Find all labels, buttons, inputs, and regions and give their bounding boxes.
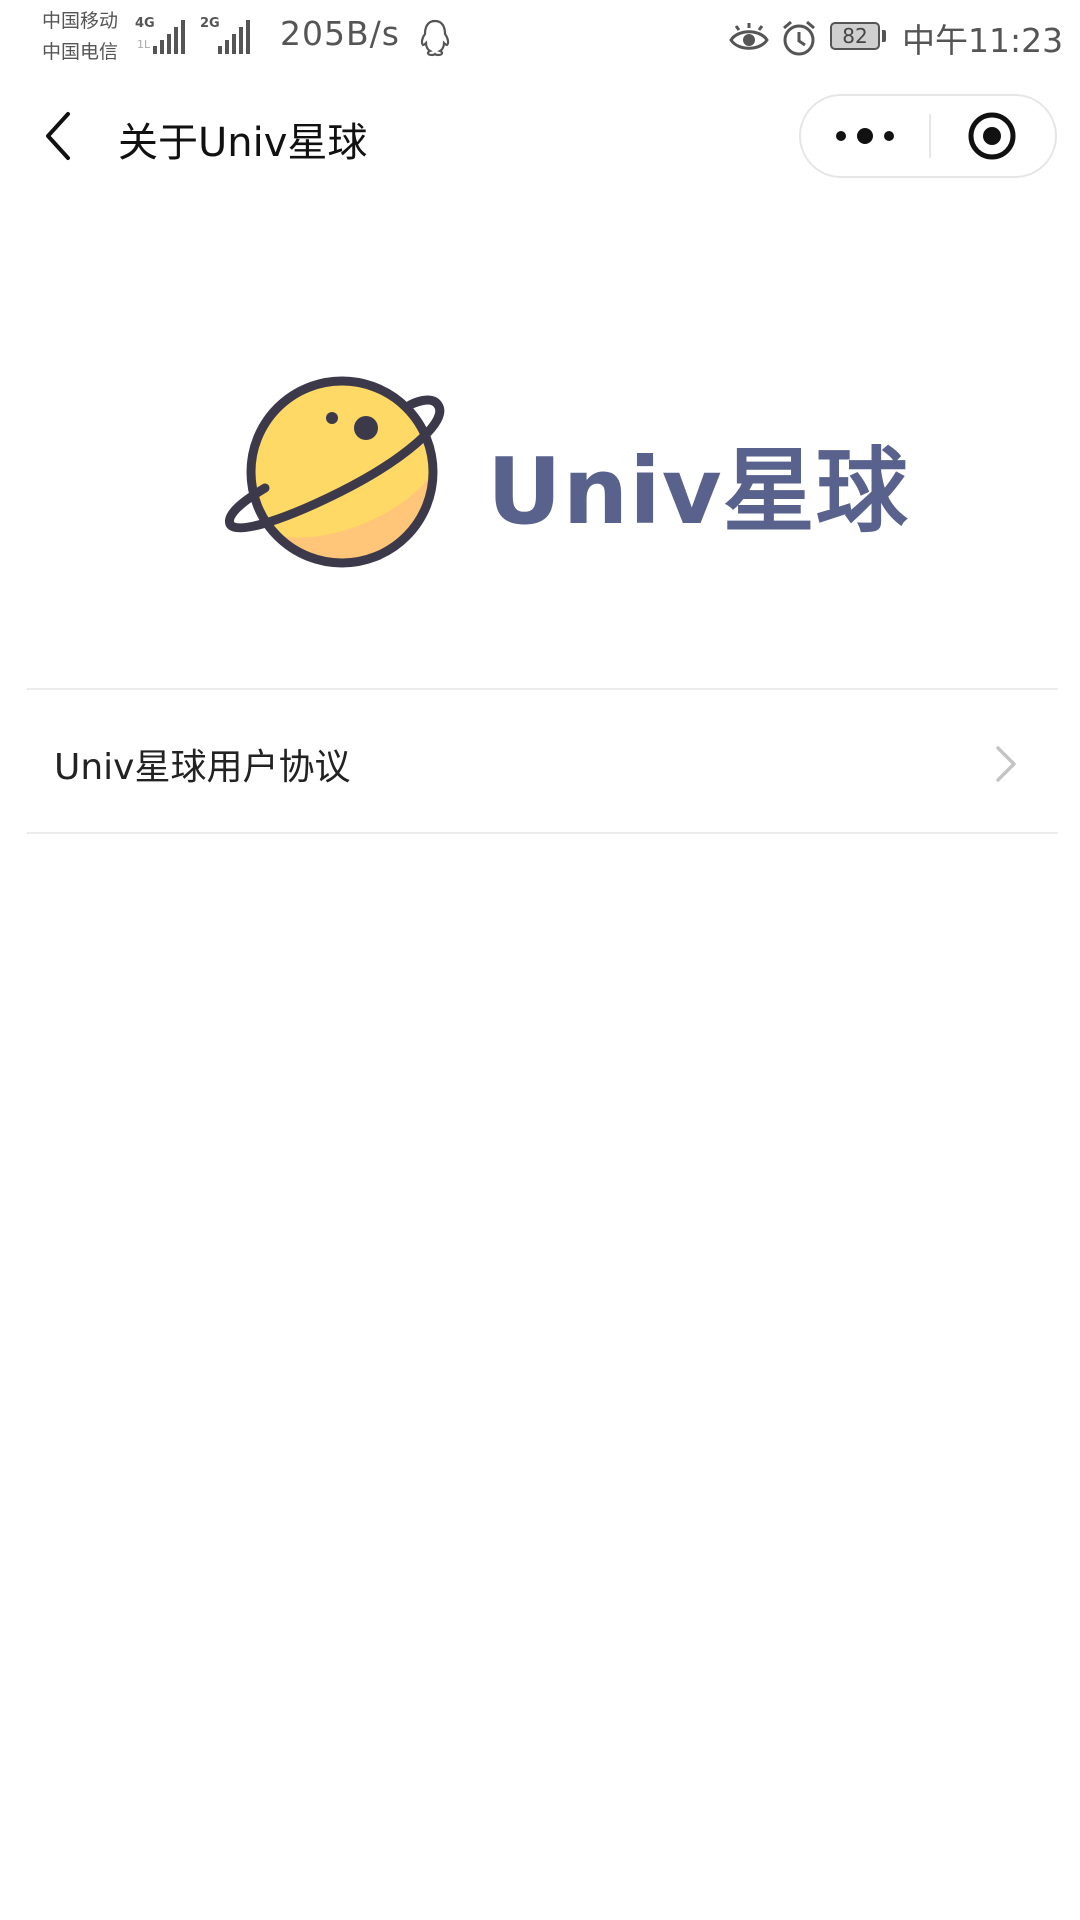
network-speed: 205B/s	[280, 14, 400, 53]
list-item-label: Univ星球用户协议	[54, 747, 351, 788]
battery-level: 82	[830, 22, 880, 50]
back-button[interactable]	[36, 106, 86, 166]
signal-bars-1-icon	[153, 20, 185, 54]
settings-list: Univ星球用户协议	[27, 688, 1058, 834]
logo-text: Univ星球	[487, 438, 909, 545]
signal-1: 4G 1L	[135, 14, 190, 54]
signal-2: 2G	[200, 14, 258, 54]
status-bar: 中国移动 中国电信 4G 1L 2G 205B/s 82 中午11:23	[0, 0, 1080, 80]
close-miniprogram-button[interactable]	[931, 96, 1055, 176]
nav-bar: 关于Univ星球	[0, 80, 1080, 196]
battery-icon: 82	[830, 22, 886, 52]
network-1-label: 4G	[135, 16, 155, 31]
network-2-label: 2G	[200, 16, 220, 31]
signal-bars-2-icon	[218, 20, 250, 54]
clock: 中午11:23	[902, 21, 1064, 60]
alarm-clock-icon	[783, 20, 815, 56]
qq-penguin-icon	[420, 19, 450, 57]
target-icon	[968, 112, 1016, 160]
app-logo: Univ星球	[225, 372, 908, 582]
list-item-user-agreement[interactable]: Univ星球用户协议	[27, 690, 1058, 832]
carrier-info: 中国移动 中国电信	[42, 6, 132, 68]
capsule-menu	[799, 94, 1057, 178]
carrier-2: 中国电信	[42, 41, 119, 63]
chevron-right-icon	[996, 746, 1016, 782]
planet-icon	[225, 376, 445, 568]
more-button[interactable]	[801, 96, 929, 176]
network-1-sub-label: 1L	[137, 38, 151, 51]
page-title: 关于Univ星球	[118, 120, 368, 166]
eye-icon	[729, 23, 769, 50]
carrier-1: 中国移动	[42, 10, 119, 32]
more-icon	[836, 128, 894, 144]
chevron-left-icon	[46, 112, 70, 160]
divider-bottom	[27, 832, 1058, 834]
